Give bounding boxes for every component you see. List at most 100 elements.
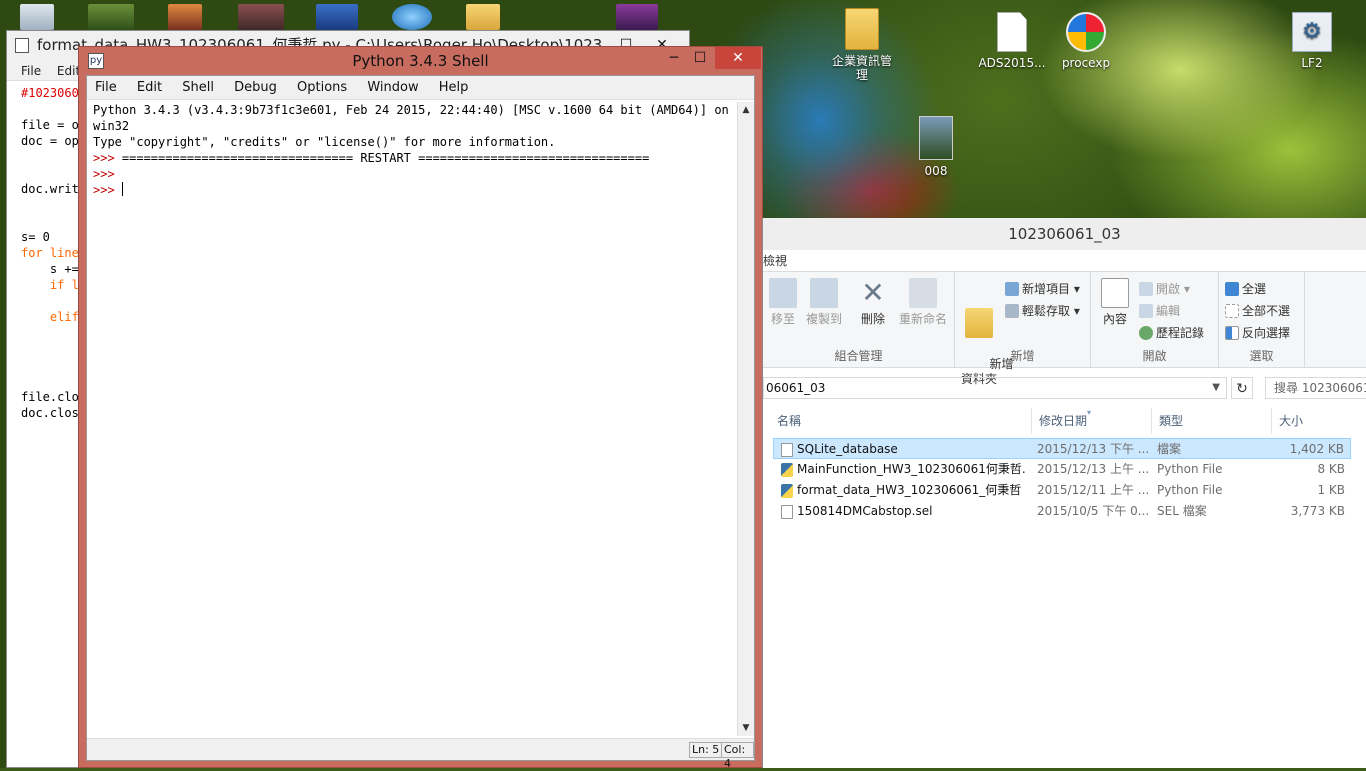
desktop-icon-document[interactable]: ADS2015... [972, 12, 1052, 70]
copy-to-button[interactable]: 複製到 [805, 278, 843, 327]
address-text: 06061_03 [766, 381, 826, 395]
select-none-button[interactable]: 全部不選 [1225, 302, 1290, 320]
winrar-icon[interactable] [616, 4, 658, 30]
delete-label: 刪除 [860, 312, 885, 326]
file-name: MainFunction_HW3_102306061何秉哲... [797, 462, 1027, 476]
shell-menu-help[interactable]: Help [437, 80, 471, 95]
file-size: 8 KB [1317, 462, 1345, 476]
shell-menubar: File Edit Shell Debug Options Window Hel… [87, 76, 754, 100]
open-icon [1139, 282, 1153, 296]
select-all-button[interactable]: 全選 [1225, 280, 1266, 298]
easy-access-label: 輕鬆存取 ▾ [1022, 304, 1080, 318]
ribbon-group-organize: 移至 複製到 ✕ 刪除 重新命名 組合管理 [763, 272, 955, 368]
shell-menu-edit[interactable]: Edit [135, 80, 164, 95]
tab-view[interactable]: 檢視 [763, 254, 787, 268]
desktop-icon-procexp[interactable]: procexp [1046, 12, 1126, 70]
move-to-label: 移至 [770, 312, 795, 326]
ribbon: 移至 複製到 ✕ 刪除 重新命名 組合管理 新增 資料夾 新增項目 ▾ 輕鬆存取… [763, 272, 1366, 386]
file-icon [781, 443, 793, 457]
desktop-icon-folder[interactable]: 企業資訊管理 [822, 8, 902, 82]
file-row[interactable]: 150814DMCabstop.sel 2015/10/5 下午 0... SEL … [763, 501, 1366, 522]
new-folder-icon [965, 308, 993, 338]
desktop-app-icon[interactable] [88, 4, 134, 30]
column-date[interactable]: 修改日期 [1039, 408, 1087, 434]
column-headers: 名稱 修改日期 ▾ 類型 大小 [763, 408, 1366, 434]
group-name: 選取 [1249, 349, 1274, 363]
rename-icon [909, 278, 937, 308]
shell-menu-file[interactable]: File [93, 80, 119, 95]
chevron-down-icon[interactable]: ▼ [1212, 378, 1220, 398]
move-to-button[interactable]: 移至 [767, 278, 799, 327]
console-prompt: >>> [93, 167, 122, 181]
editor-menu-edit[interactable]: Edit [57, 64, 80, 78]
refresh-icon[interactable]: ↻ [1231, 377, 1253, 399]
editor-menu-file[interactable]: File [21, 64, 41, 78]
file-row[interactable]: SQLite_database 2015/12/13 下午 ... 檔案 1,402 … [773, 438, 1351, 459]
shell-title: Python 3.4.3 Shell [352, 52, 489, 70]
shell-menu-shell[interactable]: Shell [180, 80, 216, 95]
delete-button[interactable]: ✕ 刪除 [857, 278, 889, 327]
file-row[interactable]: format_data_HW3_102306061_何秉哲 2015/12/11 … [763, 480, 1366, 501]
shell-titlebar[interactable]: py Python 3.4.3 Shell ─ ☐ ✕ [79, 47, 762, 75]
recycle-bin-icon[interactable] [20, 4, 54, 30]
scroll-up-icon[interactable]: ▲ [738, 102, 754, 118]
file-type: Python File [1157, 483, 1223, 497]
desktop-photo-icon[interactable] [168, 4, 202, 30]
gear-icon: ⚙ [1292, 12, 1332, 52]
column-name[interactable]: 名稱 [777, 408, 801, 434]
invert-selection-button[interactable]: 反向選擇 [1225, 324, 1290, 342]
file-size: 1,402 KB [1289, 442, 1344, 456]
group-name: 組合管理 [834, 349, 883, 363]
explorer-titlebar[interactable]: 102306061_03 [763, 218, 1366, 250]
properties-button[interactable]: 內容 [1099, 278, 1131, 327]
desktop-program-icon[interactable] [316, 4, 358, 30]
shell-close-button[interactable]: ✕ [715, 47, 761, 69]
new-item-button[interactable]: 新增項目 ▾ [1005, 280, 1080, 298]
photo-icon [919, 116, 953, 160]
easy-access-button[interactable]: 輕鬆存取 ▾ [1005, 302, 1080, 320]
address-field[interactable]: 06061_03 ▼ [763, 377, 1227, 399]
desktop-folder-icon[interactable] [466, 4, 500, 30]
desktop-icon-label: 008 [924, 164, 948, 178]
history-label: 歷程記錄 [1156, 326, 1205, 340]
delete-icon: ✕ [861, 276, 885, 309]
column-size[interactable]: 大小 [1279, 408, 1303, 434]
shell-vertical-scrollbar[interactable]: ▲ ▼ [737, 102, 754, 736]
file-icon [781, 505, 793, 519]
copy-to-icon [810, 278, 838, 308]
desktop-icon-photo[interactable]: 008 [896, 116, 976, 178]
desktop-thumbnail-icon[interactable] [238, 4, 284, 30]
file-row[interactable]: MainFunction_HW3_102306061何秉哲... 2015/12/… [763, 459, 1366, 480]
shell-console[interactable]: Python 3.4.3 (v3.4.3:9b73f1c3e601, Feb 2… [93, 102, 736, 736]
status-line: Ln: 5 [689, 742, 723, 758]
scroll-down-icon[interactable]: ▼ [738, 720, 754, 736]
console-prompt: >>> [93, 151, 122, 165]
column-type[interactable]: 類型 [1159, 408, 1183, 434]
shell-maximize-button[interactable]: ☐ [685, 47, 715, 69]
history-button[interactable]: 歷程記錄 [1139, 324, 1204, 342]
open-label: 開啟 ▾ [1156, 282, 1190, 296]
shell-menu-debug[interactable]: Debug [232, 80, 279, 95]
open-button[interactable]: 開啟 ▾ [1139, 280, 1190, 298]
desktop-icon-label: ADS2015... [978, 56, 1046, 70]
python-file-icon [15, 38, 29, 53]
desktop-browser-icon[interactable] [392, 4, 432, 30]
file-type: SEL 檔案 [1157, 504, 1207, 518]
edit-icon [1139, 304, 1153, 318]
file-name: SQLite_database [797, 442, 898, 456]
file-date: 2015/10/5 下午 0... [1037, 504, 1150, 518]
folder-icon [845, 8, 879, 50]
desktop-icon-lf2[interactable]: ⚙ LF2 [1272, 12, 1352, 70]
edit-button[interactable]: 編輯 [1139, 302, 1180, 320]
shell-statusbar: Ln: 5 Col: 4 [87, 738, 754, 770]
rename-button[interactable]: 重新命名 [897, 278, 949, 327]
column-divider [1151, 408, 1152, 434]
shell-menu-window[interactable]: Window [365, 80, 420, 95]
shell-menu-options[interactable]: Options [295, 80, 349, 95]
ribbon-group-select: 全選 全部不選 反向選擇 選取 [1219, 272, 1305, 368]
edit-label: 編輯 [1156, 304, 1181, 318]
search-input[interactable]: 搜尋 102306061_ [1265, 377, 1366, 399]
copy-to-label: 複製到 [805, 312, 842, 326]
file-date: 2015/12/13 下午 ... [1037, 442, 1150, 456]
select-none-label: 全部不選 [1242, 304, 1291, 318]
